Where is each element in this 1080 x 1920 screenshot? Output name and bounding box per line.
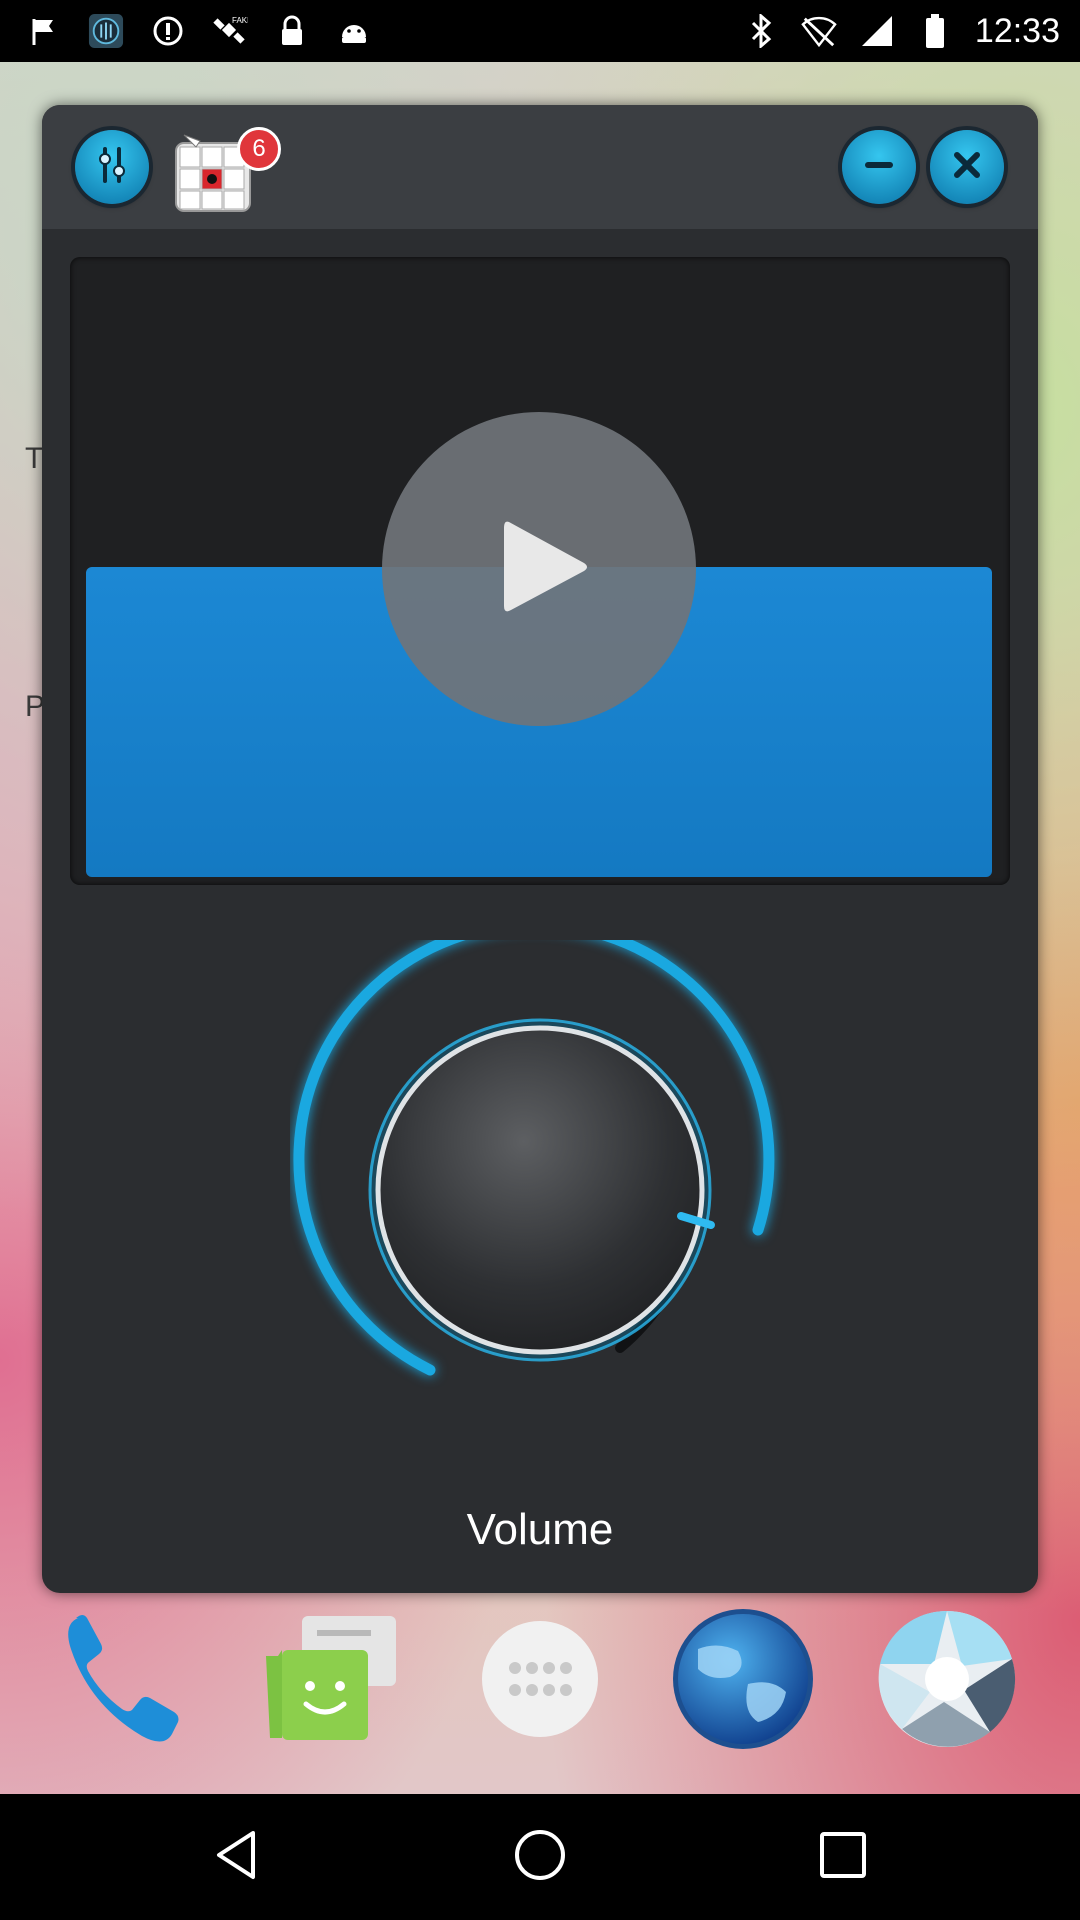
close-icon — [945, 143, 989, 192]
camera-shutter-icon — [872, 1604, 1022, 1759]
lock-icon — [274, 13, 310, 49]
battery-icon — [917, 13, 953, 49]
satellite-fake-gps-icon: FAKE — [212, 13, 248, 49]
play-button[interactable] — [382, 412, 696, 726]
phone-icon — [56, 1604, 206, 1759]
android-icon — [336, 13, 372, 49]
minimize-icon — [857, 143, 901, 192]
home-button[interactable] — [505, 1822, 575, 1892]
volume-label: Volume — [466, 1505, 614, 1554]
recents-button[interactable] — [808, 1822, 878, 1892]
notification-badge: 6 — [237, 127, 281, 171]
knob-dial — [375, 1025, 705, 1355]
flag-icon — [26, 13, 62, 49]
equalizer-app-icon — [88, 13, 124, 49]
messaging-icon — [262, 1604, 412, 1759]
close-button[interactable] — [930, 130, 1004, 204]
camera-app[interactable] — [872, 1606, 1022, 1756]
navigation-bar — [0, 1794, 1080, 1920]
wifi-off-icon — [801, 13, 837, 49]
recents-icon — [813, 1825, 873, 1890]
app-drawer-icon — [465, 1604, 615, 1759]
home-icon — [510, 1825, 570, 1890]
clock: 12:33 — [974, 11, 1060, 50]
widget-header: 6 — [42, 105, 1038, 229]
bluetooth-icon — [743, 13, 779, 49]
signal-icon — [859, 13, 895, 49]
equalizer-icon — [90, 143, 134, 192]
back-button[interactable] — [202, 1822, 272, 1892]
volume-knob[interactable] — [290, 918, 790, 1440]
back-icon — [207, 1825, 267, 1890]
wallpaper-text-t: T — [25, 442, 44, 475]
browser-app[interactable] — [668, 1606, 818, 1756]
minimize-button[interactable] — [842, 130, 916, 204]
equalizer-widget: 6 Volume — [42, 105, 1038, 1593]
app-drawer[interactable] — [465, 1606, 615, 1756]
messaging-app[interactable] — [262, 1606, 412, 1756]
equalizer-button[interactable] — [75, 130, 149, 204]
svg-text:FAKE: FAKE — [232, 16, 248, 25]
status-bar: FAKE 12:33 — [0, 0, 1080, 62]
play-icon — [464, 492, 614, 647]
do-not-disturb-icon — [150, 13, 186, 49]
browser-globe-icon — [668, 1604, 818, 1759]
video-preview — [70, 257, 1010, 885]
phone-app[interactable] — [56, 1606, 206, 1756]
